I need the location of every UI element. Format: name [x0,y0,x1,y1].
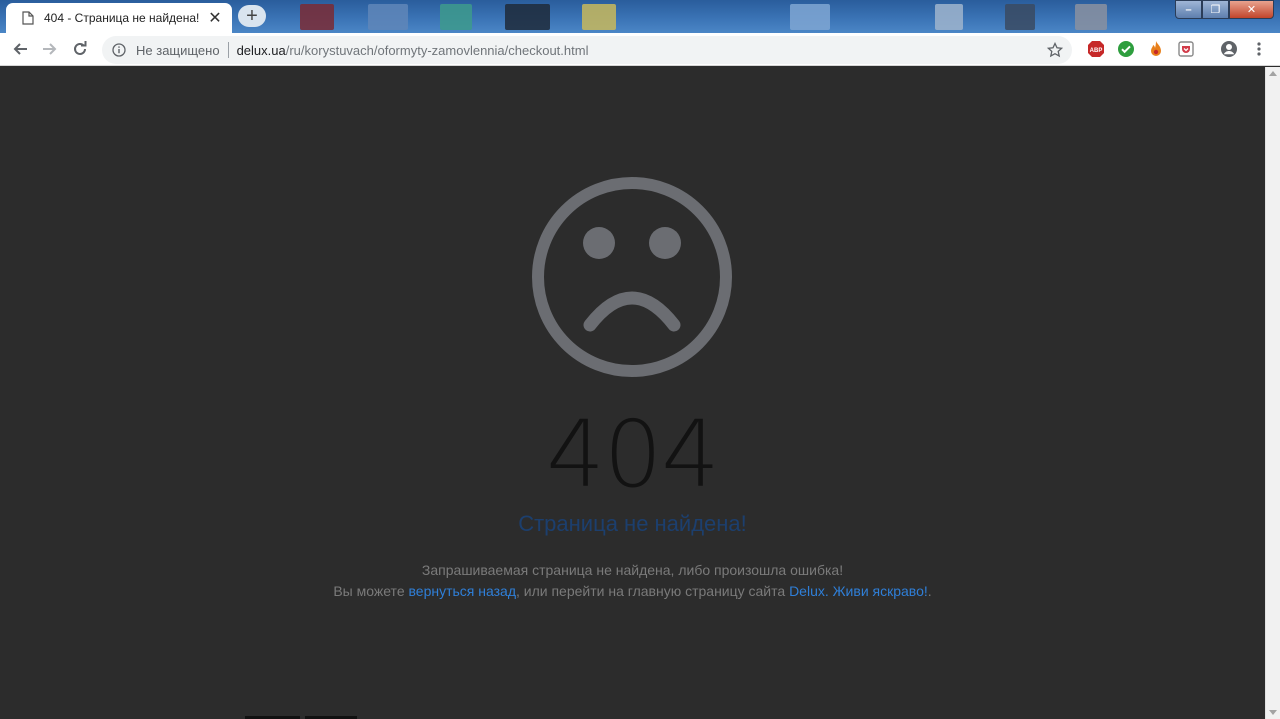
background-thumbnail [1075,4,1107,30]
error-title: Страница не найдена! [518,511,747,536]
reload-button[interactable] [65,34,95,64]
error-message-line1: Запрашиваемая страница не найдена, либо … [421,562,844,578]
background-thumbnail [1005,4,1035,30]
menu-kebab-icon[interactable] [1249,39,1269,59]
url-domain: delux.ua [236,42,286,58]
pocket-extension-icon[interactable] [1176,39,1196,59]
omnibox-divider [227,42,229,58]
new-tab-button[interactable]: + [238,5,266,27]
adblock-icon[interactable]: ABP [1086,39,1106,59]
tab-title: 404 - Страница не найдена! [44,11,200,25]
address-bar[interactable]: Не защищено delux.ua/ru/korystuvach/ofor… [102,36,1072,64]
forward-button[interactable] [35,34,65,64]
close-window-button[interactable]: ✕ [1229,0,1274,19]
tab-close-icon[interactable]: ✕ [206,9,224,27]
background-thumbnail [582,4,616,30]
background-thumbnail [300,4,334,30]
restore-button[interactable]: ❐ [1202,0,1229,19]
info-icon[interactable] [110,41,128,59]
background-thumbnail [505,4,550,30]
background-thumbnail [935,4,963,30]
browser-tab-active[interactable]: 404 - Страница не найдена! ✕ [6,3,232,33]
reload-icon [74,41,87,55]
window-titlebar: 404 - Страница не найдена! ✕ + – ❐ ✕ [0,0,1280,33]
message-prefix: Вы можете [333,583,409,599]
forward-arrow-icon [43,43,57,55]
url-path: /ru/korystuvach/oformyty-zamovlennia/che… [285,42,589,58]
message-suffix: . [927,583,932,599]
message-middle: , или перейти на главную страницу сайта [516,583,790,599]
page-icon [20,10,36,26]
security-label: Не защищено [136,42,220,58]
error-code: 404 [546,401,720,508]
scroll-down-arrow-icon[interactable] [1269,710,1277,715]
page-content [0,67,1265,719]
home-link[interactable]: Delux. Живи яскраво! [789,583,928,599]
sad-face-icon [532,177,732,377]
window-controls: – ❐ ✕ [1175,0,1274,20]
adblock-label: ABP [1090,48,1103,54]
error-message-line2: Вы можете вернуться назад, или перейти н… [0,581,1265,601]
background-thumbnail [368,4,408,30]
check-extension-icon[interactable] [1116,39,1136,59]
back-button[interactable] [5,34,35,64]
fire-extension-icon[interactable] [1146,39,1166,59]
back-arrow-icon [13,43,27,55]
background-thumbnail [440,4,472,30]
background-thumbnail [790,4,830,30]
scroll-up-arrow-icon[interactable] [1269,71,1277,76]
vertical-scrollbar[interactable] [1265,67,1280,719]
profile-avatar-icon[interactable] [1219,39,1239,59]
back-link[interactable]: вернуться назад [409,583,517,599]
bookmark-star-icon[interactable] [1046,41,1064,59]
minimize-button[interactable]: – [1175,0,1202,19]
